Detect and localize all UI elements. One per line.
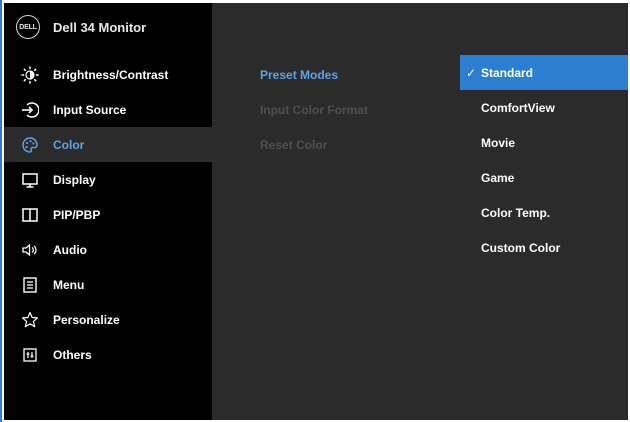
menu-item-label: Display — [53, 172, 96, 187]
main-menu-panel: DELL Dell 34 Monitor Brightness/Contrast… — [4, 3, 212, 420]
speaker-icon — [21, 241, 39, 259]
option-label: ComfortView — [481, 100, 555, 115]
menu-item-personalize[interactable]: Personalize — [4, 302, 212, 337]
menu-item-label: Color — [53, 137, 85, 152]
pip-pbp-icon — [21, 206, 39, 224]
menu-item-others[interactable]: Others — [4, 337, 212, 372]
menu-list-icon — [21, 276, 39, 294]
menu-item-label: Others — [53, 347, 92, 362]
option-label: Color Temp. — [481, 205, 551, 220]
star-icon — [21, 311, 39, 329]
option-label: Movie — [481, 135, 516, 150]
menu-item-color[interactable]: Color — [4, 127, 212, 162]
menu-item-label: Personalize — [53, 312, 120, 327]
menu-item-menu[interactable]: Menu — [4, 267, 212, 302]
menu-item-label: PIP/PBP — [53, 207, 101, 222]
color-palette-icon — [21, 136, 39, 154]
menu-item-label: Audio — [53, 242, 87, 257]
option-game[interactable]: Game — [460, 160, 628, 195]
monitor-title: Dell 34 Monitor — [53, 20, 147, 35]
submenu-preset-modes[interactable]: Preset Modes — [260, 68, 338, 82]
input-source-icon — [21, 101, 39, 119]
menu-item-label: Menu — [53, 277, 85, 292]
option-color-temp[interactable]: Color Temp. — [460, 195, 628, 230]
menu-item-audio[interactable]: Audio — [4, 232, 212, 267]
menu-item-input-source[interactable]: Input Source — [4, 92, 212, 127]
option-custom-color[interactable]: Custom Color — [460, 230, 628, 265]
others-icon — [21, 346, 39, 364]
brightness-icon — [21, 66, 39, 84]
osd-header: DELL Dell 34 Monitor — [4, 3, 212, 53]
dell-logo-icon: DELL — [16, 15, 40, 39]
option-label: Standard — [481, 65, 534, 80]
option-label: Custom Color — [481, 240, 561, 255]
menu-item-label: Brightness/Contrast — [53, 67, 169, 82]
option-standard[interactable]: ✓ Standard — [460, 55, 628, 90]
menu-item-label: Input Source — [53, 102, 127, 117]
submenu-input-color-format[interactable]: Input Color Format — [260, 103, 368, 117]
dell-logo-text: DELL — [19, 23, 37, 31]
option-comfortview[interactable]: ComfortView — [460, 90, 628, 125]
window-left-border — [0, 0, 2, 422]
option-label: Game — [481, 170, 515, 185]
display-icon — [21, 171, 39, 189]
monitor-osd: DELL Dell 34 Monitor Brightness/Contrast… — [4, 3, 628, 420]
checkmark-icon: ✓ — [466, 65, 477, 80]
menu-item-pip-pbp[interactable]: PIP/PBP — [4, 197, 212, 232]
submenu-reset-color[interactable]: Reset Color — [260, 138, 327, 152]
menu-item-display[interactable]: Display — [4, 162, 212, 197]
option-movie[interactable]: Movie — [460, 125, 628, 160]
menu-item-brightness-contrast[interactable]: Brightness/Contrast — [4, 57, 212, 92]
